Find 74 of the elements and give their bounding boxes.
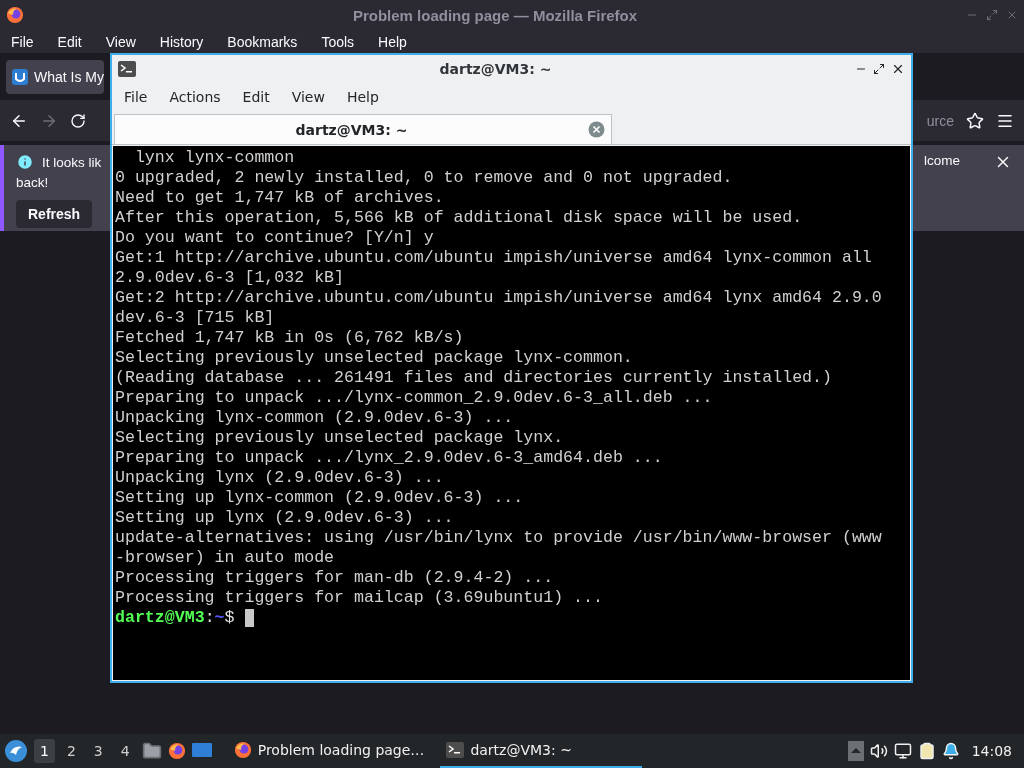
window-title: Problem loading page — Mozilla Firefox	[351, 6, 639, 24]
output-line: lynx lynx-common	[133, 148, 296, 168]
site-icon	[12, 68, 28, 85]
info-icon	[16, 153, 34, 171]
desktop-icon[interactable]	[191, 743, 212, 759]
output-line: Preparing to unpack .../lynx_2.9.0dev.6-3_amd64.deb ...	[115, 448, 664, 468]
terminal-tab[interactable]: dartz@VM3: ~	[114, 114, 612, 144]
notification-text: lcome	[924, 153, 960, 168]
output-line: Preparing to unpack .../lynx-common_2.9.0dev.6-3_all.deb ...	[115, 388, 714, 408]
menu-item[interactable]: File	[118, 89, 154, 105]
menu-item[interactable]: History	[159, 33, 204, 50]
output-line: Selecting previously unselected package lynx-common.	[115, 348, 634, 368]
output-line: Get:1 http://archive.ubuntu.com/ubuntu impish/universe amd64 lynx-common all	[115, 248, 873, 268]
output-line: (Reading database ... 261491 files and directories currently installed.)	[115, 368, 833, 388]
firefox-icon[interactable]	[167, 742, 186, 760]
output-line: Do you want to continue? [Y/n] y	[115, 228, 435, 248]
taskbar-task[interactable]: dartz@VM3: ~	[440, 734, 643, 768]
clock: 14:08	[971, 743, 1012, 759]
reload-icon[interactable]	[70, 112, 86, 129]
terminal-icon	[446, 742, 465, 758]
volume-icon[interactable]	[869, 742, 888, 760]
output-line: Selecting previously unselected package lynx.	[115, 428, 565, 448]
file-manager-icon[interactable]	[141, 741, 162, 761]
output-line: 2.9.0dev.6-3 [1,032 kB]	[115, 268, 346, 288]
menu-item[interactable]: View	[105, 33, 136, 50]
prompt-path: ~	[214, 608, 225, 628]
tray-expand-icon[interactable]	[847, 741, 864, 761]
menu-item[interactable]: Actions	[163, 89, 227, 105]
refresh-button[interactable]: Refresh	[16, 200, 93, 228]
start-menu-icon[interactable]	[4, 739, 28, 763]
notification-text: It looks lik	[42, 154, 102, 170]
output-line: dev.6-3 [715 kB]	[115, 308, 276, 328]
close-tab-icon[interactable]	[588, 121, 605, 138]
output-line: Get:2 http://archive.ubuntu.com/ubuntu impish/universe amd64 lynx amd64 2.9.0	[115, 288, 883, 308]
workspace-button[interactable]: 2	[60, 739, 82, 763]
menu-item[interactable]: Edit	[236, 89, 276, 105]
notification-text: back!	[16, 175, 50, 190]
output-line: After this operation, 5,566 kB of additional disk space will be used.	[115, 208, 804, 228]
output-line: Fetched 1,747 kB in 0s (6,762 kB/s)	[115, 328, 465, 348]
output-line: Processing triggers for mailcap (3.69ubuntu1) ...	[115, 588, 604, 608]
text-cursor	[244, 609, 254, 627]
prompt-symbol: $	[224, 608, 235, 628]
firefox-icon	[233, 741, 252, 759]
menu-item[interactable]: Help	[378, 33, 407, 50]
terminal-icon	[118, 60, 136, 77]
output-line: Unpacking lynx-common (2.9.0dev.6-3) ...	[115, 408, 515, 428]
clipboard-icon[interactable]	[917, 742, 936, 760]
menu-item[interactable]: Bookmarks	[227, 33, 298, 50]
output-line: 0 upgraded, 2 newly installed, 0 to remove and 0 not upgraded.	[115, 168, 734, 188]
maximize-icon[interactable]	[873, 62, 885, 75]
notification-icon[interactable]	[941, 742, 960, 760]
menu-item[interactable]: Tools	[321, 33, 355, 50]
menu-item[interactable]: Edit	[57, 33, 82, 50]
workspace-button[interactable]: 3	[87, 739, 109, 763]
firefox-icon	[6, 6, 24, 24]
output-line: Unpacking lynx (2.9.0dev.6-3) ...	[115, 468, 445, 488]
menu-item[interactable]: View	[285, 89, 331, 105]
taskbar-task[interactable]: Problem loading page…	[227, 734, 431, 768]
output-line: Processing triggers for man-db (2.9.4-2) ...	[115, 568, 555, 588]
output-line: -browser) in auto mode	[115, 548, 336, 568]
bookmark-star-icon[interactable]	[966, 111, 984, 130]
menu-item[interactable]: Help	[340, 89, 385, 105]
output-line: Setting up lynx-common (2.9.0dev.6-3) ...	[115, 488, 525, 508]
output-line: Need to get 1,747 kB of archives.	[115, 188, 445, 208]
output-line: Setting up lynx (2.9.0dev.6-3) ...	[115, 508, 455, 528]
output-line: update-alternatives: using /usr/bin/lynx to provide /usr/bin/www-browser (www	[115, 528, 883, 548]
prompt-separator: :	[204, 608, 215, 628]
workspace-button[interactable]: 4	[114, 739, 136, 763]
window-title: dartz@VM3: ~	[438, 60, 553, 77]
browser-tab[interactable]: What Is My	[6, 59, 104, 94]
menu-item[interactable]: File	[11, 33, 34, 50]
workspace-button[interactable]: 1	[34, 739, 55, 763]
prompt-user: dartz@VM3	[115, 608, 205, 628]
address-text[interactable]: urce	[926, 112, 954, 129]
